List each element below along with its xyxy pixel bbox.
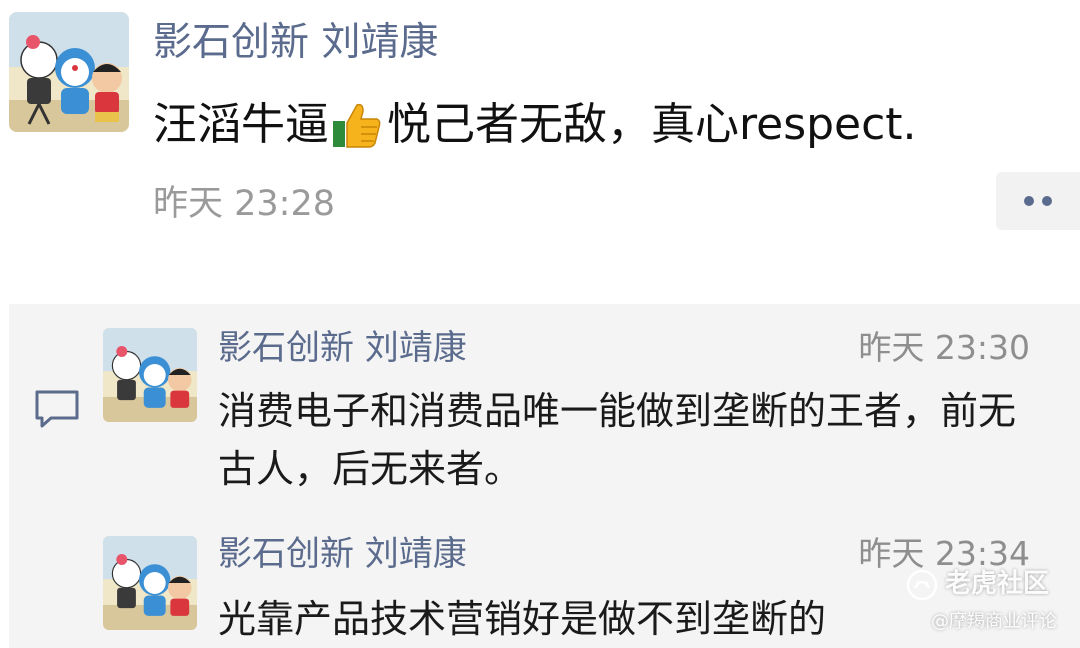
cartoon-avatar-image [103,328,197,422]
tiger-logo-icon [905,568,939,602]
post-text-part-1: 汪滔牛逼 [153,99,329,150]
comment-text: 消费电子和消费品唯一能做到垄断的王者，前无古人，后无来者。 [218,389,1017,491]
post-timestamp: 昨天 23:28 [153,184,335,224]
moment-post: 影石创新 刘靖康 汪滔牛逼 悦己者无敌，真心respect. 昨天 23:28 [0,0,1080,300]
cartoon-avatar-image [103,536,197,630]
avatar[interactable] [9,12,129,132]
post-text-part-2: 悦己者无敌，真心respect. [387,99,917,150]
avatar[interactable] [103,536,197,630]
watermark-source: @摩羯商业评论 [931,611,1057,632]
more-dots-icon [1042,196,1052,206]
cartoon-avatar-image [9,12,129,132]
more-dots-icon [1024,196,1034,206]
post-author-name[interactable]: 影石创新 刘靖康 [153,18,438,68]
thumbs-up-icon [331,99,383,151]
watermark: 老虎社区 @摩羯商业评论 [905,566,1075,642]
watermark-brand: 老虎社区 [945,569,1050,599]
comment-timestamp: 昨天 23:30 [858,328,1030,367]
more-actions-button[interactable] [996,172,1080,230]
comment-author-name[interactable]: 影石创新 刘靖康 [218,326,467,370]
avatar[interactable] [103,328,197,422]
post-content: 汪滔牛逼 悦己者无敌，真心respect. [153,95,917,155]
comment-author-name[interactable]: 影石创新 刘靖康 [218,532,467,576]
comment-bubble-icon [33,388,81,430]
